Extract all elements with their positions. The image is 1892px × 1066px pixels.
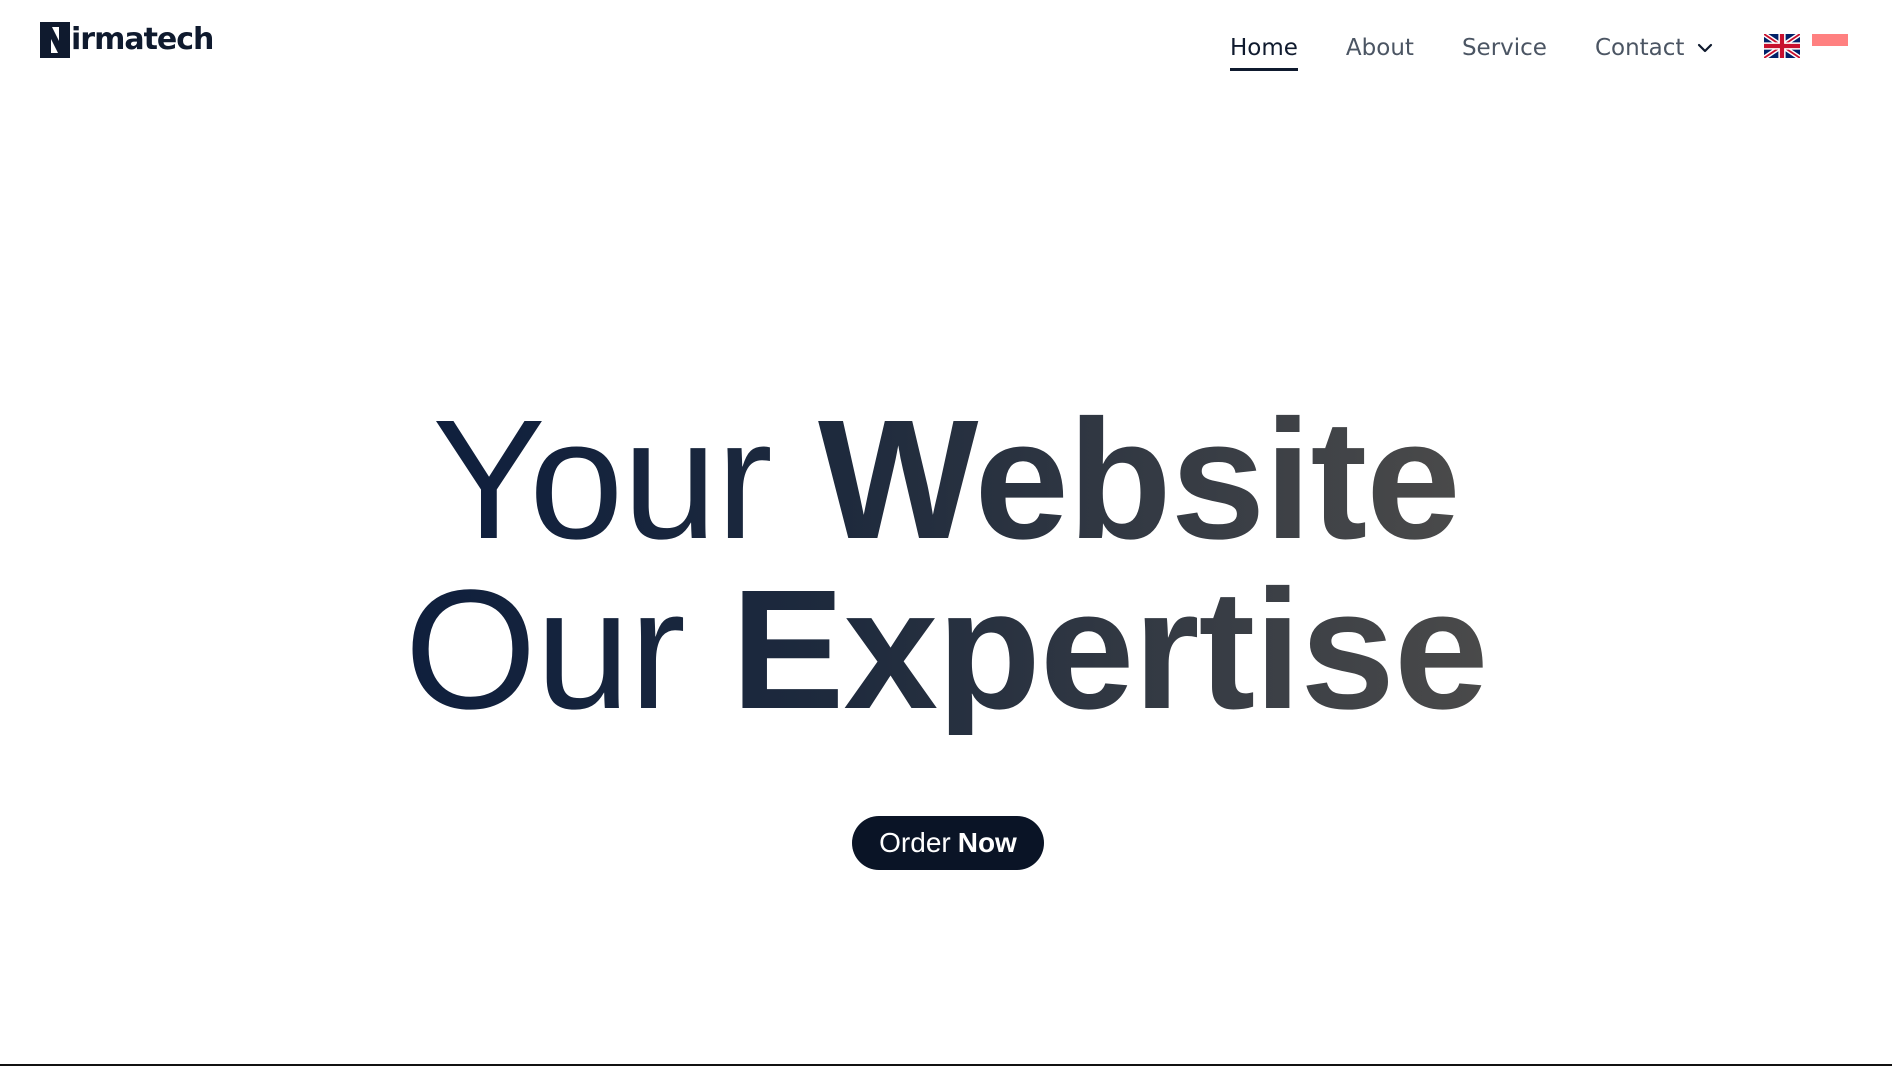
nav-about[interactable]: About (1346, 28, 1414, 68)
nav-home[interactable]: Home (1230, 28, 1298, 71)
order-now-button[interactable]: Order Now (852, 816, 1044, 870)
nav-home-label: Home (1230, 35, 1298, 61)
uk-flag-icon[interactable] (1764, 34, 1800, 58)
indonesia-flag-icon[interactable] (1812, 34, 1848, 46)
nav-contact[interactable]: Contact (1595, 28, 1714, 68)
hero-line-2: Our Expertise (404, 565, 1487, 735)
nav-service-label: Service (1461, 35, 1547, 61)
order-now-bold-label: Now (957, 827, 1017, 858)
page: irmatech Home About Service Contact Your… (0, 0, 1892, 1066)
hero-line-2-bold: Expertise (731, 555, 1488, 745)
chevron-down-icon (1698, 43, 1713, 53)
hero-line-1-bold: Website (818, 385, 1460, 575)
logo-n-mark-icon (40, 22, 70, 58)
hero-line-1-light: Your (432, 385, 772, 575)
order-now-light-label: Order (879, 827, 951, 858)
logo-text: irmatech (71, 22, 214, 57)
nav-service[interactable]: Service (1462, 28, 1547, 68)
hero-line-2-light: Our (404, 555, 685, 745)
language-switcher (1764, 34, 1848, 58)
main-nav: Home About Service Contact (1230, 28, 1762, 71)
logo-link[interactable]: irmatech (40, 22, 214, 58)
hero-line-1: Your Website (432, 395, 1459, 565)
nav-about-label: About (1345, 35, 1414, 61)
hero-heading: Your Website Our Expertise (0, 395, 1892, 735)
nav-contact-label: Contact (1594, 35, 1685, 61)
